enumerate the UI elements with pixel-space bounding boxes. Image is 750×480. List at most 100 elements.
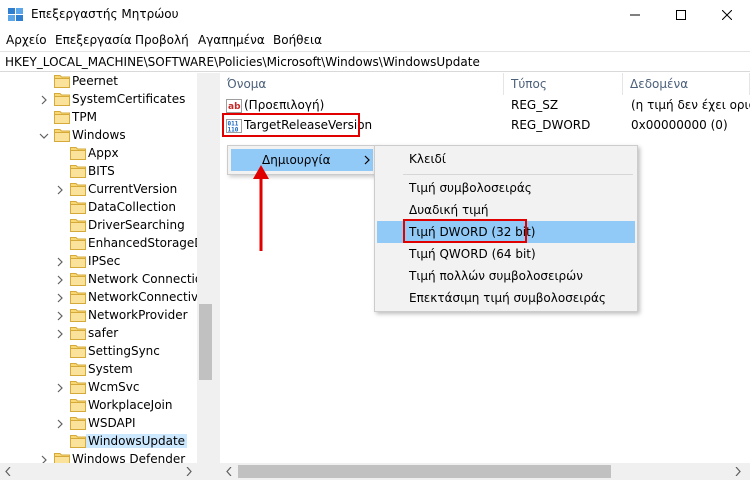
tree-scrollbar-thumb[interactable] — [199, 304, 212, 380]
value-type: REG_DWORD — [511, 118, 591, 132]
maximize-button[interactable] — [658, 0, 704, 30]
tree-item-label: NetworkConnectivity — [88, 290, 214, 304]
chevron-right-icon[interactable] — [55, 257, 65, 267]
close-icon — [722, 10, 732, 20]
tree-item-label: SystemCertificates — [72, 92, 186, 106]
folder-icon — [70, 309, 86, 322]
menu-file[interactable]: Αρχείο — [6, 33, 47, 47]
tree-item[interactable]: WorkplaceJoin — [0, 397, 200, 415]
column-header-name[interactable]: Όνομα — [220, 73, 504, 95]
menu-bar: Αρχείο Επεξεργασία Προβολή Αγαπημένα Βοή… — [0, 30, 750, 50]
chevron-down-icon[interactable] — [39, 131, 49, 141]
scroll-right-icon[interactable] — [186, 467, 192, 476]
chevron-right-icon[interactable] — [55, 275, 65, 285]
tree-item-label: BITS — [88, 164, 115, 178]
value-data: 0x00000000 (0) — [631, 118, 728, 132]
string-value-icon: ab — [226, 99, 242, 113]
scroll-right-icon[interactable] — [735, 467, 741, 476]
context-menu-new-label: Δημιουργία — [262, 153, 331, 167]
chevron-right-icon[interactable] — [55, 311, 65, 321]
tree-item[interactable]: WindowsUpdate — [0, 433, 200, 451]
menu-edit[interactable]: Επεξεργασία — [55, 33, 132, 47]
submenu-arrow-icon — [364, 155, 370, 165]
chevron-right-icon[interactable] — [39, 95, 49, 105]
folder-icon — [70, 219, 86, 232]
submenu-item-label: Δυαδική τιμή — [409, 203, 489, 217]
folder-icon — [54, 75, 70, 88]
column-header-type[interactable]: Τύπος — [504, 73, 623, 95]
tree-item[interactable]: EnhancedStorageDe — [0, 235, 211, 253]
tree-item-label: Appx — [88, 146, 119, 160]
tree-item[interactable]: WcmSvc — [0, 379, 200, 397]
tree-item-label: CurrentVersion — [88, 182, 178, 196]
tree-item[interactable]: Network Connection — [0, 271, 210, 289]
tree-item[interactable]: safer — [0, 325, 200, 343]
folder-icon — [70, 255, 86, 268]
registry-editor-window: Επεξεργαστής Μητρώου Αρχείο Επεξεργασία … — [0, 0, 750, 480]
tree-item-label: WindowsUpdate — [86, 434, 188, 448]
value-type: REG_SZ — [511, 98, 559, 112]
menu-help[interactable]: Βοήθεια — [273, 33, 322, 47]
tree-item[interactable]: SettingSync — [0, 343, 200, 361]
minimize-icon — [630, 14, 640, 16]
folder-icon — [70, 291, 86, 304]
tree-item[interactable]: IPSec — [0, 253, 200, 271]
tree-item-label: SettingSync — [88, 344, 160, 358]
chevron-right-icon[interactable] — [55, 419, 65, 429]
tree-item[interactable]: NetworkProvider — [0, 307, 200, 325]
column-header-data[interactable]: Δεδομένα — [623, 73, 750, 95]
annotation-arrow-icon — [253, 165, 269, 251]
scroll-left-icon[interactable] — [5, 467, 11, 476]
maximize-icon — [676, 10, 686, 20]
key-tree-pane[interactable]: Peernet SystemCertificates TPM Windows Appx B… — [0, 73, 214, 480]
submenu-item-string-value[interactable]: Τιμή συμβολοσειράς — [377, 177, 635, 199]
tree-item[interactable]: DriverSearching — [0, 217, 200, 235]
minimize-button[interactable] — [612, 0, 658, 30]
folder-icon — [70, 381, 86, 394]
tree-item-label: IPSec — [88, 254, 121, 268]
scroll-left-icon[interactable] — [226, 467, 232, 476]
tree-item[interactable]: Peernet — [0, 73, 200, 91]
tree-item[interactable]: Windows — [0, 127, 200, 145]
tree-item[interactable]: Appx — [0, 145, 200, 163]
menu-view[interactable]: Προβολή — [135, 33, 189, 47]
folder-icon — [70, 273, 86, 286]
tree-item-label: WcmSvc — [88, 380, 140, 394]
chevron-right-icon[interactable] — [55, 329, 65, 339]
address-path[interactable]: HKEY_LOCAL_MACHINE\SOFTWARE\Policies\Mic… — [5, 55, 480, 69]
address-bar[interactable]: HKEY_LOCAL_MACHINE\SOFTWARE\Policies\Mic… — [0, 51, 750, 72]
tree-item[interactable]: WSDAPI — [0, 415, 200, 433]
chevron-right-icon[interactable] — [55, 293, 65, 303]
tree-item[interactable]: DataCollection — [0, 199, 200, 217]
tree-vertical-scrollbar[interactable] — [197, 73, 214, 464]
submenu-item-label: Τιμή συμβολοσειράς — [409, 181, 532, 195]
tree-item[interactable]: SystemCertificates — [0, 91, 200, 109]
tree-item[interactable]: BITS — [0, 163, 200, 181]
chevron-right-icon[interactable] — [55, 383, 65, 393]
close-button[interactable] — [704, 0, 750, 30]
chevron-right-icon[interactable] — [55, 185, 65, 195]
submenu-item-label: Κλειδί — [409, 152, 446, 166]
submenu-item-expandable-string-value[interactable]: Επεκτάσιμη τιμή συμβολοσειράς — [377, 287, 635, 309]
list-scrollbar-thumb[interactable] — [238, 465, 611, 478]
annotation-highlight-dword — [403, 219, 527, 243]
tree-item[interactable]: TPM — [0, 109, 200, 127]
tree-item[interactable]: CurrentVersion — [0, 181, 200, 199]
tree-item-label: DriverSearching — [88, 218, 185, 232]
submenu-item-multi-string-value[interactable]: Τιμή πολλών συμβολοσειρών — [377, 265, 635, 287]
folder-icon — [54, 111, 70, 124]
folder-icon — [70, 165, 86, 178]
submenu-item-qword-value[interactable]: Τιμή QWORD (64 bit) — [377, 243, 635, 265]
tree-item[interactable]: NetworkConnectivity — [0, 289, 213, 307]
submenu-item-binary-value[interactable]: Δυαδική τιμή — [377, 199, 635, 221]
submenu-separator — [403, 174, 633, 175]
folder-icon — [70, 435, 86, 448]
folder-icon — [70, 345, 86, 358]
tree-horizontal-scrollbar[interactable] — [0, 463, 214, 480]
submenu-item-key[interactable]: Κλειδί — [377, 148, 635, 170]
tree-item-label: EnhancedStorageDe — [88, 236, 211, 250]
menu-favorites[interactable]: Αγαπημένα — [198, 33, 265, 47]
tree-item[interactable]: System — [0, 361, 200, 379]
title-bar[interactable]: Επεξεργαστής Μητρώου — [0, 0, 750, 30]
registry-editor-icon — [8, 8, 23, 21]
